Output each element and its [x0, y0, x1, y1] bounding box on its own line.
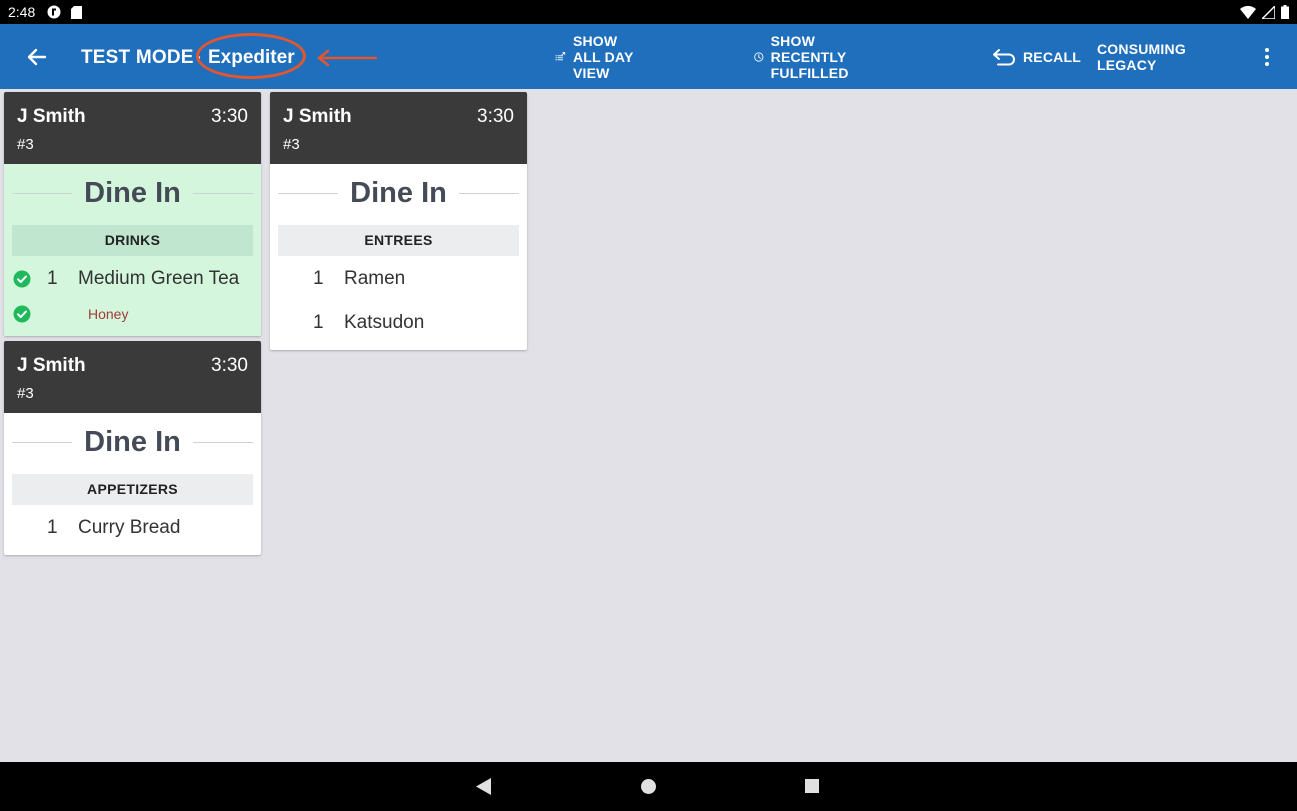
line-item[interactable]: 1 Ramen — [270, 256, 527, 300]
item-quantity: 1 — [313, 268, 324, 289]
annotation-arrow-icon — [317, 49, 378, 67]
check-circle-icon — [13, 270, 31, 288]
show-all-day-view-label: SHOW ALL DAY VIEW — [572, 32, 634, 81]
section-header: ENTREES — [278, 225, 519, 256]
divider — [192, 441, 254, 443]
system-nav-bar — [0, 762, 1297, 811]
line-item[interactable]: 1 Medium Green Tea — [4, 256, 261, 300]
order-ticket[interactable]: J Smith 3:30 #3 Dine In ENTREES 1 Ramen … — [270, 92, 527, 350]
section-header: APPETIZERS — [12, 474, 253, 505]
divider — [278, 192, 339, 194]
item-name: Medium Green Tea — [78, 268, 240, 289]
clock-icon — [754, 51, 764, 62]
dining-option-label: Dine In — [350, 176, 447, 209]
list-expand-icon — [555, 51, 566, 60]
modifier-name: Honey — [88, 306, 129, 322]
back-arrow-icon — [27, 48, 47, 66]
wifi-icon — [1240, 5, 1256, 19]
annotation-ellipse — [196, 33, 306, 79]
item-quantity: 1 — [313, 312, 324, 333]
item-quantity: 1 — [47, 517, 58, 538]
back-button[interactable] — [24, 44, 50, 70]
recall-label: RECALL — [1023, 48, 1081, 65]
divider — [12, 192, 73, 194]
nav-back-icon[interactable] — [476, 778, 491, 795]
item-name: Ramen — [344, 268, 406, 289]
sd-card-icon — [71, 5, 82, 19]
check-circle-icon — [13, 305, 31, 323]
show-all-day-view-button[interactable]: SHOW ALL DAY VIEW — [555, 24, 633, 89]
item-quantity: 1 — [47, 268, 58, 289]
line-item[interactable]: 1 Katsudon — [270, 300, 527, 344]
order-ticket[interactable]: J Smith 3:30 #3 Dine In APPETIZERS 1 Cur… — [4, 341, 261, 555]
item-name: Curry Bread — [78, 517, 181, 538]
divider — [458, 192, 520, 194]
nav-recents-icon[interactable] — [805, 779, 819, 793]
ticket-header: J Smith 3:30 #3 — [270, 92, 527, 164]
line-item[interactable]: 1 Curry Bread — [4, 505, 261, 549]
dining-option: Dine In — [4, 413, 261, 471]
ticket-time: 3:30 — [211, 355, 248, 376]
recall-button[interactable]: RECALL — [992, 24, 1081, 89]
notification-app-icon — [47, 5, 61, 19]
customer-name: J Smith — [17, 355, 86, 376]
dining-option-label: Dine In — [84, 425, 181, 458]
ticket-header: J Smith 3:30 #3 — [4, 341, 261, 413]
nav-home-icon[interactable] — [641, 779, 656, 794]
battery-icon — [1281, 5, 1289, 19]
order-number: #3 — [17, 136, 34, 153]
show-recently-fulfilled-button[interactable]: SHOW RECENTLY FULFILLED — [754, 24, 861, 89]
dining-option: Dine In — [270, 164, 527, 222]
item-name: Katsudon — [344, 312, 425, 333]
more-options-button[interactable] — [1258, 46, 1276, 68]
mode-label: TEST MODE — [81, 47, 194, 68]
item-modifier[interactable]: Honey — [4, 300, 261, 330]
ticket-time: 3:30 — [477, 106, 514, 127]
ticket-time: 3:30 — [211, 106, 248, 127]
consuming-legacy-button[interactable]: CONSUMING LEGACY — [1097, 24, 1186, 89]
section-header: DRINKS — [12, 225, 253, 256]
divider — [12, 441, 73, 443]
consuming-legacy-label: CONSUMING LEGACY — [1097, 40, 1186, 73]
ticket-header: J Smith 3:30 #3 — [4, 92, 261, 164]
dining-option: Dine In — [4, 164, 261, 222]
undo-icon — [993, 48, 1015, 65]
dining-option-label: Dine In — [84, 176, 181, 209]
customer-name: J Smith — [17, 106, 86, 127]
divider — [192, 192, 254, 194]
status-bar: 2:48 — [0, 0, 1297, 24]
status-time: 2:48 — [8, 4, 36, 20]
order-number: #3 — [283, 136, 300, 153]
customer-name: J Smith — [283, 106, 352, 127]
order-ticket[interactable]: J Smith 3:30 #3 Dine In DRINKS 1 Medium … — [4, 92, 261, 336]
show-recently-fulfilled-label: SHOW RECENTLY FULFILLED — [770, 32, 849, 81]
more-vert-icon — [1265, 48, 1269, 66]
order-number: #3 — [17, 385, 34, 402]
cell-signal-icon — [1262, 5, 1275, 19]
